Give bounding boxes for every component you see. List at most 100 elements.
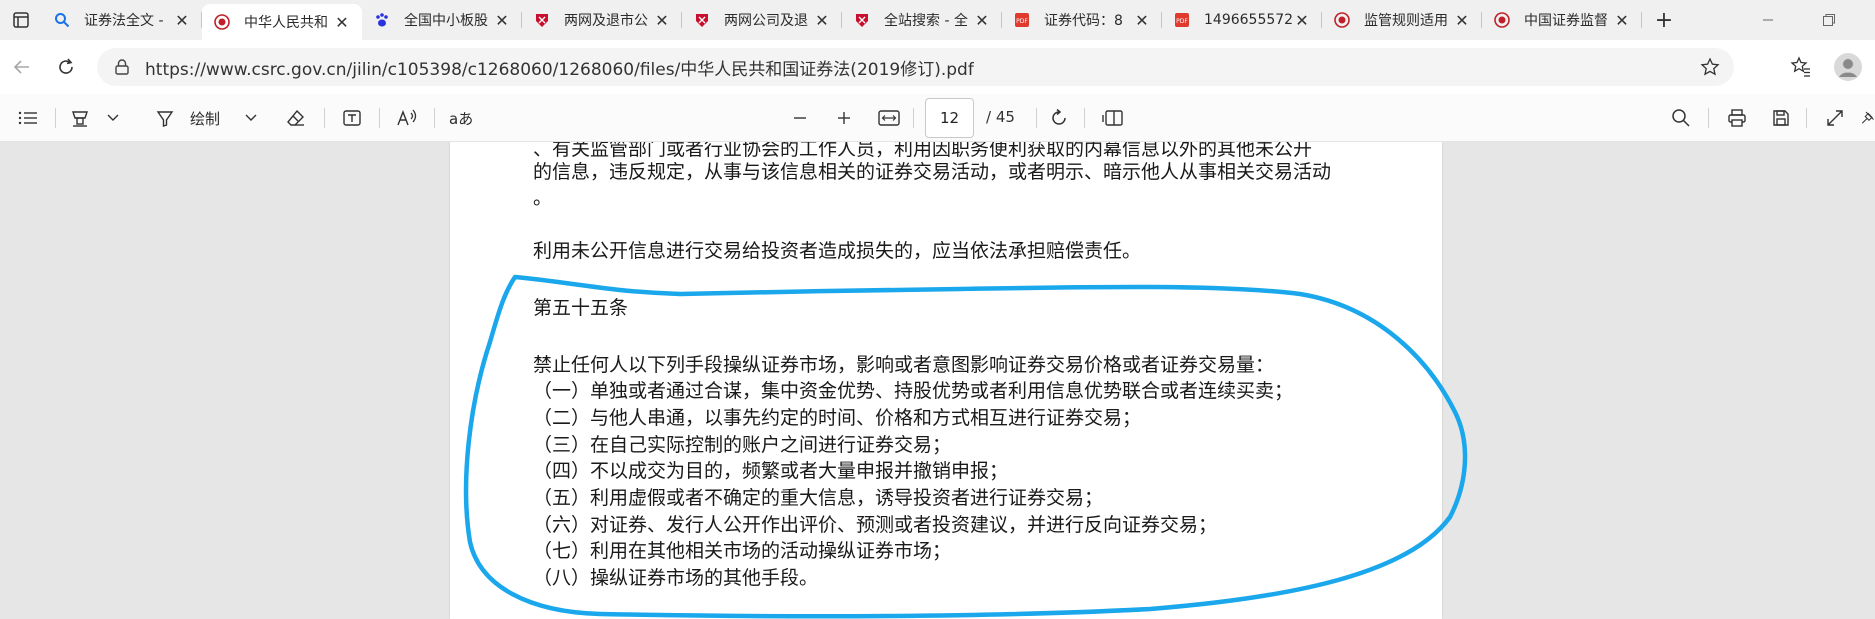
- new-tab-button[interactable]: +: [1642, 0, 1686, 40]
- minimize-icon: [1763, 19, 1773, 21]
- page-view-icon: [1102, 110, 1123, 126]
- toolbar-divider: [379, 108, 380, 128]
- close-icon: ✕: [815, 10, 829, 30]
- immersive-reader-button[interactable]: aあ: [449, 104, 473, 132]
- favorite-star-button[interactable]: [1700, 57, 1720, 81]
- tab-close-button[interactable]: ✕: [812, 11, 832, 30]
- rotate-icon: [1052, 108, 1066, 125]
- browser-tab[interactable]: 证券法全文 - ✕: [42, 0, 202, 40]
- tab-bar: 证券法全文 - ✕ 中华人民共和 ✕ 全国中小板股 ✕ 两网及退市公 ✕ 两网公司及退 ✕ 全站搜索…: [0, 0, 1875, 40]
- tab-title: 中国证券监督: [1524, 13, 1608, 29]
- list-item: （四）不以成交为目的，频繁或者大量申报并撤销申报；: [533, 460, 1009, 482]
- zoom-in-button[interactable]: [832, 104, 856, 132]
- list-icon: [18, 111, 37, 125]
- document-line: 利用未公开信息进行交易给投资者造成损失的，应当依法承担赔偿责任。: [533, 240, 1142, 262]
- star-icon: [1700, 57, 1720, 76]
- list-item: （八）操纵证券市场的其他手段。: [533, 567, 819, 589]
- browser-tab[interactable]: 监管规则适用 ✕: [1322, 0, 1482, 40]
- tab-close-button[interactable]: ✕: [332, 13, 352, 32]
- tab-title: 证券代码：8: [1044, 13, 1123, 29]
- back-button[interactable]: [0, 47, 44, 87]
- tab-close-button[interactable]: ✕: [972, 11, 992, 30]
- pdf-icon: PDF: [1174, 12, 1190, 28]
- chevron-down-icon: [107, 114, 119, 121]
- add-text-button[interactable]: [339, 104, 365, 132]
- tab-close-button[interactable]: ✕: [1612, 11, 1632, 30]
- save-icon: [1773, 110, 1789, 126]
- close-icon: ✕: [335, 12, 349, 32]
- address-bar[interactable]: https://www.csrc.gov.cn/jilin/c105398/c1…: [97, 48, 1734, 86]
- tab-close-button[interactable]: ✕: [1452, 11, 1472, 30]
- red-shield-icon: [854, 12, 870, 28]
- text-box-icon: [343, 110, 361, 126]
- pdf-viewer[interactable]: 、有关监管部门或者行业协会的工作人员，利用因职务便利获取的内幕信息以外的其他未公…: [0, 142, 1875, 619]
- fit-width-button[interactable]: [876, 104, 902, 132]
- minimize-button[interactable]: [1745, 0, 1791, 40]
- draw-label[interactable]: 绘制: [190, 104, 220, 132]
- pen-draw-icon: [156, 111, 174, 127]
- browser-tab[interactable]: 中华人民共和 ✕: [202, 4, 362, 40]
- list-item: （一）单独或者通过合谋，集中资金优势、持股优势或者利用信息优势联合或者连续买卖；: [533, 380, 1294, 402]
- print-button[interactable]: [1724, 104, 1750, 132]
- browser-tab[interactable]: 全国中小板股 ✕: [362, 0, 522, 40]
- tab-divider: [1641, 12, 1642, 28]
- page-number-input[interactable]: 12: [925, 98, 974, 138]
- document-line: 的信息，违反规定，从事与该信息相关的证券交易活动，或者明示、暗示他人从事相关交易…: [533, 161, 1332, 183]
- browser-tab[interactable]: PDF 证券代码：8 ✕: [1002, 0, 1162, 40]
- refresh-button[interactable]: [44, 47, 88, 87]
- tab-title: 两网公司及退: [724, 13, 808, 29]
- erase-button[interactable]: [283, 104, 309, 132]
- full-screen-button[interactable]: [1822, 104, 1848, 132]
- profile-button[interactable]: [1826, 47, 1870, 87]
- tab-actions-icon: [13, 12, 29, 28]
- pin-toolbar-button[interactable]: [1860, 104, 1875, 132]
- url-text: https://www.csrc.gov.cn/jilin/c105398/c1…: [145, 59, 974, 80]
- favorites-button[interactable]: [1779, 47, 1823, 87]
- rotate-button[interactable]: [1046, 104, 1072, 132]
- browser-tab[interactable]: 两网公司及退 ✕: [682, 0, 842, 40]
- browser-tab[interactable]: PDF 1496655572 ✕: [1162, 0, 1322, 40]
- read-aloud-icon: [397, 109, 417, 126]
- search-icon: [1672, 109, 1690, 127]
- plus-icon: +: [1654, 7, 1674, 33]
- page-view-button[interactable]: [1100, 104, 1126, 132]
- highlight-options-dropdown[interactable]: [104, 104, 122, 132]
- close-icon: ✕: [1455, 10, 1469, 30]
- save-button[interactable]: [1768, 104, 1794, 132]
- read-aloud-button[interactable]: [394, 104, 420, 132]
- arrow-left-icon: [13, 60, 29, 74]
- browser-tab[interactable]: 全站搜索 - 全 ✕: [842, 0, 1002, 40]
- tab-close-button[interactable]: ✕: [1132, 11, 1152, 30]
- site-info-icon: [115, 59, 129, 75]
- document-line: 禁止任何人以下列手段操纵证券市场，影响或者意图影响证券交易价格或者证券交易量：: [533, 354, 1275, 376]
- contents-button[interactable]: [14, 104, 42, 132]
- restore-icon: [1823, 14, 1835, 26]
- draw-button[interactable]: [152, 104, 178, 132]
- chevron-down-icon: [245, 114, 257, 121]
- draw-options-dropdown[interactable]: [242, 104, 260, 132]
- highlight-button[interactable]: [68, 104, 92, 132]
- pin-icon: [1861, 111, 1874, 124]
- zoom-out-button[interactable]: [788, 104, 812, 132]
- refresh-icon: [59, 58, 73, 74]
- browser-tab[interactable]: 两网及退市公 ✕: [522, 0, 682, 40]
- tab-title: 证券法全文 -: [84, 13, 164, 29]
- tab-close-button[interactable]: ✕: [492, 11, 512, 30]
- tab-actions-button[interactable]: [0, 0, 42, 40]
- page-total: / 45: [986, 108, 1015, 126]
- red-shield-icon: [534, 12, 550, 28]
- find-button[interactable]: [1668, 104, 1694, 132]
- tab-close-button[interactable]: ✕: [1292, 11, 1312, 30]
- browser-tab[interactable]: 中国证券监督 ✕: [1482, 0, 1642, 40]
- tab-title: 中华人民共和: [244, 15, 328, 31]
- restore-button[interactable]: [1806, 0, 1852, 40]
- search-icon: [54, 12, 70, 28]
- close-icon: ✕: [1135, 10, 1149, 30]
- document-line: 。: [533, 187, 553, 209]
- list-item: （七）利用在其他相关市场的活动操纵证券市场；: [533, 540, 952, 562]
- csrc-icon: [1334, 12, 1350, 28]
- pdf-page: 、有关监管部门或者行业协会的工作人员，利用因职务便利获取的内幕信息以外的其他未公…: [450, 142, 1442, 619]
- svg-text:PDF: PDF: [1176, 18, 1188, 25]
- tab-close-button[interactable]: ✕: [172, 11, 192, 30]
- tab-close-button[interactable]: ✕: [652, 11, 672, 30]
